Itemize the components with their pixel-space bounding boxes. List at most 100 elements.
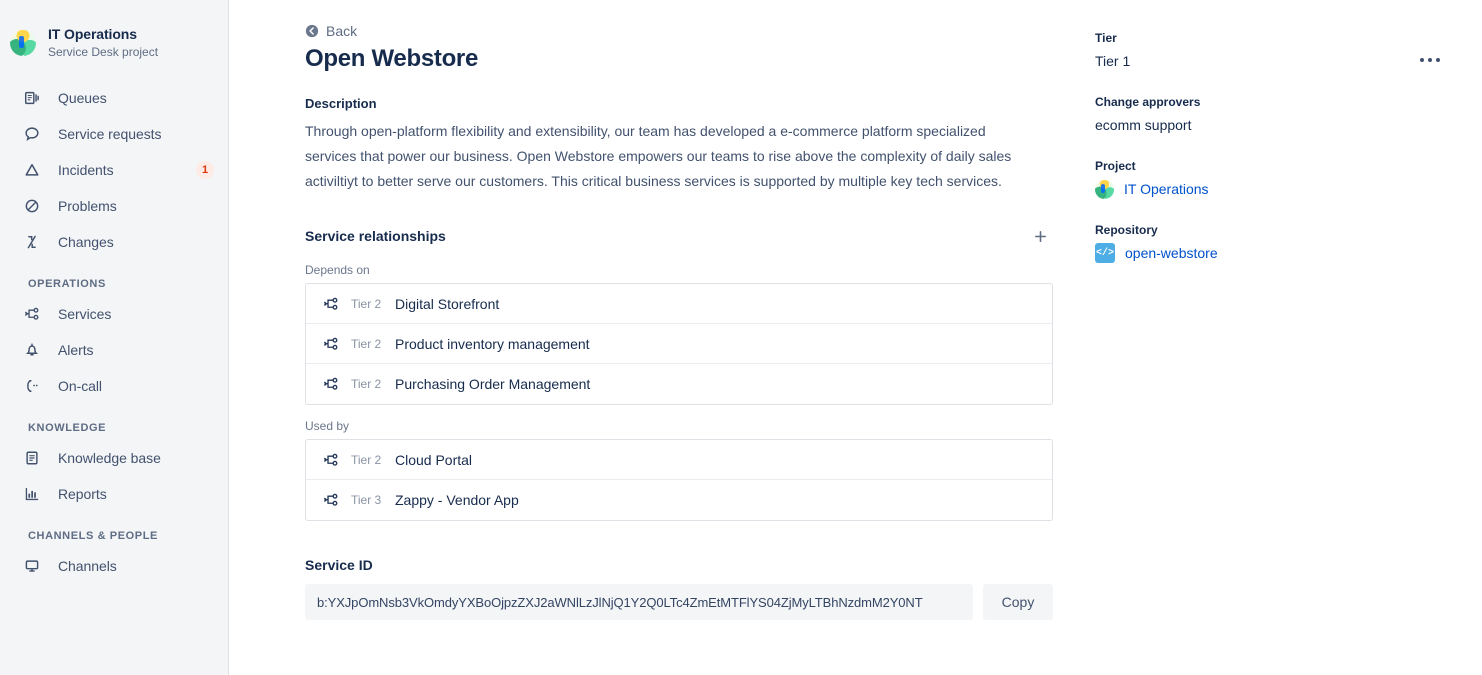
description-label: Description <box>305 96 377 111</box>
table-row[interactable]: Tier 2 Digital Storefront <box>306 284 1052 324</box>
chat-bubble-icon <box>22 124 42 144</box>
warning-triangle-icon <box>22 160 42 180</box>
sidebar: IT Operations Service Desk project Queue… <box>0 0 229 675</box>
service-name: Zappy - Vendor App <box>395 492 519 508</box>
tier-value: Tier 2 <box>351 377 382 391</box>
sidebar-item-on-call[interactable]: On-call <box>0 368 228 404</box>
used-by-label: Used by <box>305 419 350 433</box>
sitemap-icon <box>322 451 340 469</box>
bell-icon <box>22 340 42 360</box>
table-row[interactable]: Tier 3 Zappy - Vendor App <box>306 480 1052 520</box>
primary-column: Back Open Webstore Description Through o… <box>305 22 1065 620</box>
monitor-icon <box>22 556 42 576</box>
page-title: Open Webstore <box>305 45 479 72</box>
table-row[interactable]: Tier 2 Purchasing Order Management <box>306 364 1052 404</box>
used-by-card: Tier 2 Cloud Portal Tier 3 Zappy - Vendo… <box>305 439 1053 521</box>
sidebar-item-knowledge-base[interactable]: Knowledge base <box>0 440 228 476</box>
content-wrap: Back Open Webstore Description Through o… <box>305 22 1442 620</box>
sitemap-icon <box>322 335 340 353</box>
detail-project: Project IT Operations <box>1095 158 1365 199</box>
detail-value: IT Operations <box>1124 181 1209 197</box>
service-id-value[interactable]: b:YXJpOmNsb3VkOmdyYXBoOjpzZXJ2aWNlLzJlNj… <box>305 584 973 620</box>
sitemap-icon <box>322 491 340 509</box>
sidebar-item-channels[interactable]: Channels <box>0 548 228 584</box>
sidebar-item-alerts[interactable]: Alerts <box>0 332 228 368</box>
service-relationships-header: Service relationships <box>305 223 1053 249</box>
sidebar-project-header[interactable]: IT Operations Service Desk project <box>0 22 228 64</box>
sidebar-item-incidents[interactable]: Incidents 1 <box>0 152 228 188</box>
copy-button[interactable]: Copy <box>983 584 1053 620</box>
back-circle-arrow-icon <box>305 24 319 38</box>
more-horizontal-icon[interactable] <box>1416 46 1444 74</box>
tier-value: Tier 2 <box>351 296 382 311</box>
service-id-block: Service ID b:YXJpOmNsb3VkOmdyYXBoOjpzZXJ… <box>305 555 1065 620</box>
tier-value: Tier 2 <box>351 336 382 351</box>
sidebar-item-label: Queues <box>58 90 107 106</box>
sidebar-item-label: Incidents <box>58 162 114 178</box>
project-name: IT Operations <box>48 26 137 42</box>
detail-label: Repository <box>1095 223 1158 237</box>
sidebar-item-changes[interactable]: Changes <box>0 224 228 260</box>
sidebar-item-services[interactable]: Services <box>0 296 228 332</box>
back-label: Back <box>326 23 358 39</box>
add-relationship-button[interactable] <box>1027 223 1053 249</box>
table-row[interactable]: Tier 2 Cloud Portal <box>306 440 1052 480</box>
detail-change-approvers: Change approvers ecomm support <box>1095 94 1365 135</box>
detail-repository: Repository </> open-webstore <box>1095 222 1365 263</box>
sidebar-item-reports[interactable]: Reports <box>0 476 228 512</box>
no-entry-icon <box>22 196 42 216</box>
sitemap-icon <box>322 295 340 313</box>
sidebar-item-service-requests[interactable]: Service requests <box>0 116 228 152</box>
dot <box>1420 58 1424 62</box>
tier-value: Tier 2 <box>351 452 382 467</box>
service-name: Cloud Portal <box>395 451 473 468</box>
sidebar-item-label: On-call <box>58 378 102 394</box>
sidebar-item-label: Alerts <box>58 342 94 358</box>
detail-label: Tier <box>1095 31 1117 45</box>
description-text: Through open-platform flexibility and ex… <box>305 123 1012 189</box>
table-row[interactable]: Tier 2 Product inventory management <box>306 324 1052 364</box>
sidebar-item-queues[interactable]: Queues <box>0 80 228 116</box>
sidebar-item-label: Service requests <box>58 126 162 142</box>
detail-label: Change approvers <box>1095 95 1201 109</box>
sidebar-item-problems[interactable]: Problems <box>0 188 228 224</box>
service-name: Product inventory management <box>395 335 590 352</box>
details-panel: Tier Tier 1 Change approvers ecomm suppo… <box>1095 22 1365 620</box>
main-content: Back Open Webstore Description Through o… <box>229 0 1482 675</box>
service-relationships-title: Service relationships <box>305 228 446 244</box>
book-icon <box>22 448 42 468</box>
app-root: IT Operations Service Desk project Queue… <box>0 0 1482 675</box>
repository-link[interactable]: </> open-webstore <box>1095 243 1365 263</box>
plus-icon <box>1034 230 1046 242</box>
project-meta: IT Operations Service Desk project <box>48 26 158 60</box>
depends-on-label: Depends on <box>305 263 370 277</box>
service-id-row: b:YXJpOmNsb3VkOmdyYXBoOjpzZXJ2aWNlLzJlNj… <box>305 584 1053 620</box>
sidebar-section-channels-people: CHANNELS & PEOPLE <box>28 530 158 542</box>
project-avatar-icon <box>1095 179 1114 199</box>
project-subtitle: Service Desk project <box>48 45 159 59</box>
sidebar-section-operations: OPERATIONS <box>28 278 106 290</box>
depends-on-card: Tier 2 Digital Storefront Tier 2 Product… <box>305 283 1053 405</box>
sidebar-item-label: Knowledge base <box>58 450 161 466</box>
dot <box>1428 58 1432 62</box>
sidebar-item-label: Changes <box>58 234 114 250</box>
phone-icon <box>22 376 42 396</box>
sitemap-icon <box>22 304 42 324</box>
sidebar-item-label: Services <box>58 306 112 322</box>
detail-tier: Tier Tier 1 <box>1095 30 1365 71</box>
project-avatar-icon <box>10 30 36 56</box>
sidebar-item-label: Problems <box>58 198 117 214</box>
code-brackets-icon: </> <box>1095 243 1115 263</box>
service-id-label: Service ID <box>305 557 373 573</box>
sidebar-section-knowledge: KNOWLEDGE <box>28 422 107 434</box>
queues-icon <box>22 88 42 108</box>
project-link[interactable]: IT Operations <box>1095 179 1365 199</box>
dot <box>1436 58 1440 62</box>
sidebar-item-label: Channels <box>58 558 117 574</box>
detail-value: Tier 1 <box>1095 53 1131 69</box>
changes-arrows-icon <box>22 232 42 252</box>
service-name: Digital Storefront <box>395 295 500 312</box>
tier-value: Tier 3 <box>351 493 382 507</box>
bar-chart-icon <box>22 484 42 504</box>
back-button[interactable]: Back <box>305 22 1065 40</box>
